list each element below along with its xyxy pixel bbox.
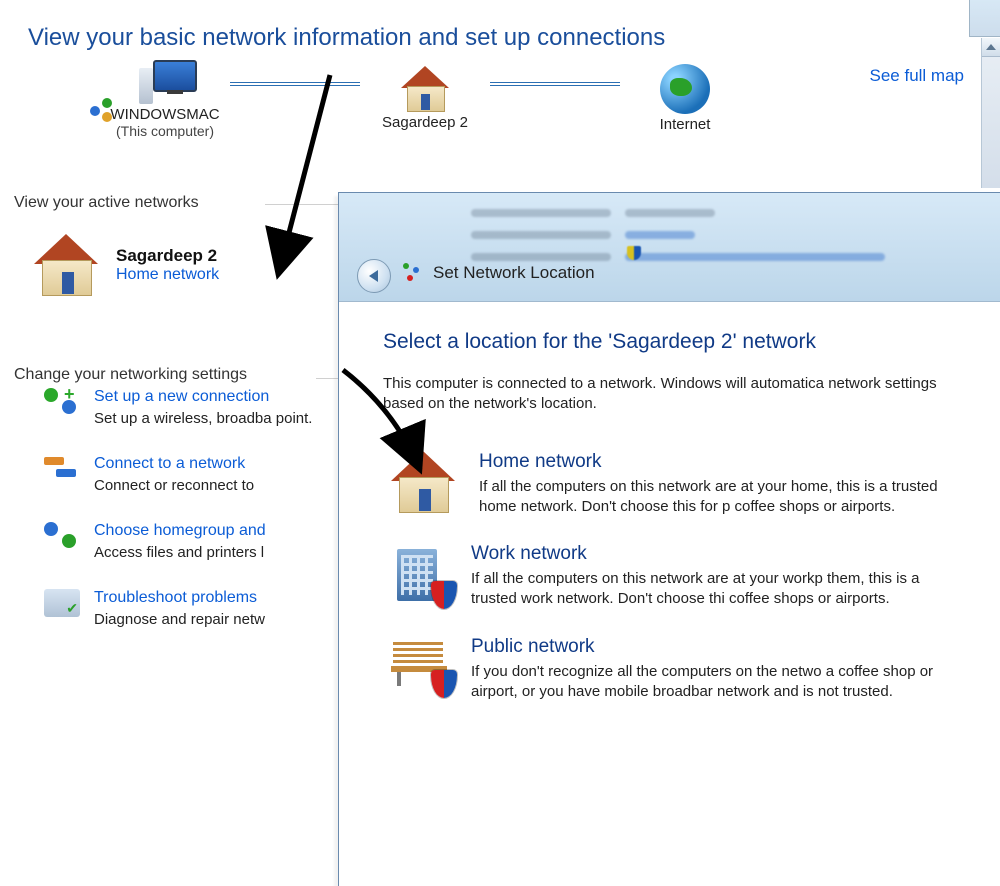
set-network-location-dialog: Set Network Location Select a location f…	[338, 192, 1000, 886]
option-home-network[interactable]: Home network If all the computers on thi…	[383, 443, 971, 536]
shield-icon	[431, 581, 457, 609]
globe-icon	[660, 64, 710, 114]
network-location-icon	[401, 261, 425, 285]
connect-icon	[44, 455, 80, 483]
back-button[interactable]	[357, 259, 391, 293]
homegroup-icon	[44, 522, 80, 552]
settings-desc: Access files and printers l	[94, 544, 364, 561]
dialog-titlebar: Set Network Location	[339, 193, 1000, 302]
house-icon	[397, 66, 453, 112]
map-label-this-pc: WINDOWSMAC	[110, 106, 219, 123]
network-type-link[interactable]: Home network	[116, 266, 219, 284]
computer-icon	[135, 58, 195, 104]
troubleshoot-icon	[44, 589, 80, 617]
active-networks-heading: View your active networks	[14, 194, 199, 212]
option-title: Home network	[479, 451, 967, 473]
scroll-up-button[interactable]	[982, 38, 1000, 57]
settings-link[interactable]: Troubleshoot problems	[94, 589, 364, 607]
settings-desc: Diagnose and repair netw	[94, 611, 364, 628]
map-sublabel-this-pc: (This computer)	[116, 123, 214, 139]
settings-link[interactable]: Choose homegroup and	[94, 522, 364, 540]
option-public-network[interactable]: Public network If you don't recognize al…	[383, 628, 971, 721]
setup-connection-item[interactable]: Set up a new connection Set up a wireles…	[44, 388, 364, 427]
connect-network-item[interactable]: Connect to a network Connect or reconnec…	[44, 455, 364, 494]
dialog-title: Set Network Location	[433, 263, 595, 283]
settings-link[interactable]: Connect to a network	[94, 455, 364, 473]
house-icon	[30, 234, 102, 296]
map-node-internet[interactable]: Internet	[620, 64, 750, 133]
settings-list: Set up a new connection Set up a wireles…	[44, 388, 364, 656]
settings-link[interactable]: Set up a new connection	[94, 388, 364, 406]
page-title: View your basic network information and …	[28, 24, 665, 52]
shield-icon	[431, 670, 457, 698]
dialog-description: This computer is connected to a network.…	[383, 374, 971, 415]
map-label-network: Sagardeep 2	[382, 114, 468, 131]
option-title: Public network	[471, 636, 967, 658]
map-connector	[490, 82, 620, 86]
house-icon	[387, 451, 459, 513]
change-settings-heading: Change your networking settings	[14, 366, 247, 384]
new-connection-icon	[44, 388, 80, 418]
troubleshoot-item[interactable]: Troubleshoot problems Diagnose and repai…	[44, 589, 364, 628]
network-map: WINDOWSMAC (This computer) Sagardeep 2 I…	[100, 58, 750, 139]
dialog-body: Select a location for the 'Sagardeep 2' …	[339, 302, 1000, 720]
network-and-sharing-center: View your basic network information and …	[0, 0, 1000, 886]
dialog-heading: Select a location for the 'Sagardeep 2' …	[383, 330, 971, 354]
map-connector	[230, 82, 360, 86]
scrollbar[interactable]	[981, 38, 1000, 188]
option-text: If all the computers on this network are…	[479, 477, 967, 518]
active-network-name: Sagardeep 2	[116, 246, 219, 266]
map-node-this-pc[interactable]: WINDOWSMAC (This computer)	[100, 58, 230, 139]
see-full-map-link[interactable]: See full map	[870, 66, 965, 86]
discovery-icon	[90, 98, 114, 122]
settings-desc: Set up a wireless, broadba point.	[94, 410, 364, 427]
homegroup-item[interactable]: Choose homegroup and Access files and pr…	[44, 522, 364, 561]
active-network-item: Sagardeep 2 Home network	[30, 234, 219, 296]
blurred-background-content	[471, 203, 989, 257]
option-title: Work network	[471, 543, 967, 565]
map-label-internet: Internet	[660, 116, 711, 133]
option-text: If all the computers on this network are…	[471, 569, 967, 610]
settings-desc: Connect or reconnect to	[94, 477, 364, 494]
map-node-network[interactable]: Sagardeep 2	[360, 66, 490, 131]
window-chrome-corner	[969, 0, 1000, 37]
option-work-network[interactable]: Work network If all the computers on thi…	[383, 535, 971, 628]
option-text: If you don't recognize all the computers…	[471, 662, 967, 703]
